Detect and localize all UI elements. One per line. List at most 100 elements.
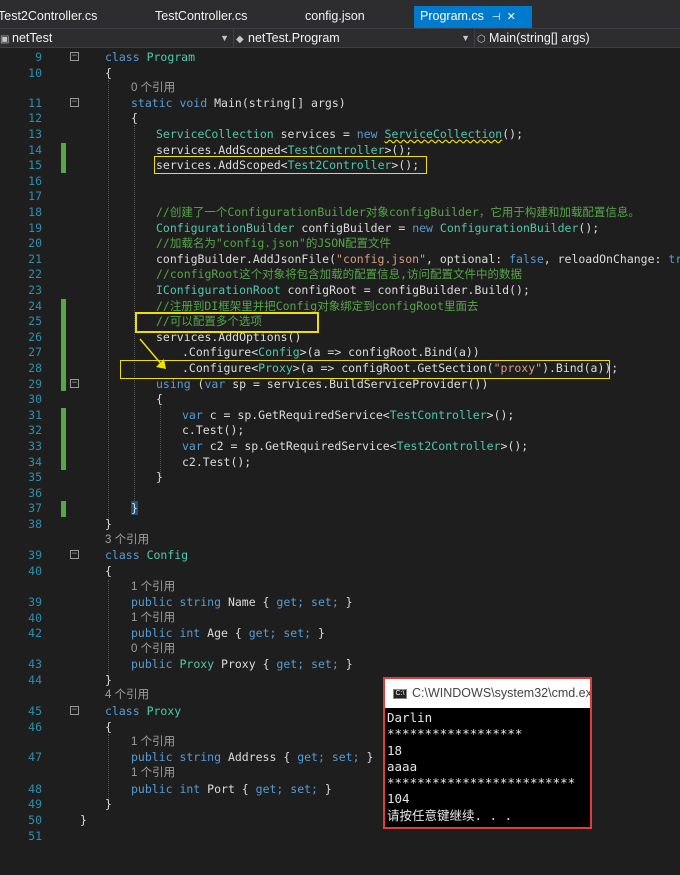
navigation-bar: ▣ netTest ▼ ◆ netTest.Program ▼ ⬡ Main(string…: [0, 28, 680, 48]
line-number: 37: [28, 501, 42, 515]
code-line-33: var c2 = sp.GetRequiredService<Test2Cont…: [182, 439, 529, 453]
code-line-name-prop: public string Name { get; set; }: [131, 595, 353, 609]
line-number: 42: [28, 626, 42, 640]
line-number: 39: [28, 595, 42, 609]
line-number: 44: [28, 673, 42, 687]
collapse-icon[interactable]: −: [70, 550, 79, 559]
line-number: 36: [28, 486, 42, 500]
line-number: 31: [28, 408, 42, 422]
code-line-proxy-prop: public Proxy Proxy { get; set; }: [131, 657, 353, 671]
console-line: 请按任意键继续. . .: [387, 807, 513, 823]
codelens-references[interactable]: 3 个引用: [105, 533, 149, 547]
codelens-references[interactable]: 4 个引用: [105, 688, 149, 702]
line-number: 28: [28, 361, 42, 375]
code-line-48: public int Port { get; set; }: [131, 782, 332, 796]
line-number: 51: [28, 829, 42, 843]
console-icon: C:\: [393, 688, 407, 699]
arrow-icon: [139, 338, 166, 369]
line-number: 47: [28, 750, 42, 764]
csharp-project-icon: ▣: [0, 34, 10, 45]
chevron-down-icon: ▼: [220, 33, 229, 43]
line-number: 40: [28, 611, 42, 625]
line-number: 18: [28, 205, 42, 219]
tab-testcontroller[interactable]: TestController.cs: [155, 6, 247, 28]
type-dropdown[interactable]: ◆ netTest.Program ▼: [236, 29, 473, 47]
method-icon: ⬡: [477, 34, 486, 45]
line-number: 30: [28, 392, 42, 406]
code-line-31: var c = sp.GetRequiredService<TestContro…: [182, 408, 515, 422]
code-line-9: class Program: [105, 50, 196, 64]
code-line-11: static void Main(string[] args): [131, 96, 346, 110]
codelens-references[interactable]: 1 个引用: [131, 766, 175, 780]
chevron-down-icon: ▼: [461, 33, 470, 43]
code-line-38: }: [105, 517, 112, 531]
console-line: 104: [387, 791, 410, 807]
line-number: 21: [28, 252, 42, 266]
code-line-27: .Configure<Config>(a => configRoot.Bind(…: [182, 345, 480, 359]
line-number: 13: [28, 127, 42, 141]
code-line-30: {: [156, 392, 163, 406]
code-line-19: ConfigurationBuilder configBuilder = new…: [156, 221, 600, 235]
code-line-age-prop: public int Age { get; set; }: [131, 626, 325, 640]
change-marker: [61, 501, 66, 517]
tab-label: Program.cs: [420, 9, 484, 23]
codelens-references[interactable]: 1 个引用: [131, 735, 175, 749]
line-number: 34: [28, 455, 42, 469]
codelens-references[interactable]: 0 个引用: [131, 642, 175, 656]
line-number: 50: [28, 813, 42, 827]
console-line: ******************: [387, 726, 523, 742]
tab-program-cs[interactable]: Program.cs ⊣ ✕: [414, 6, 532, 28]
line-number: 15: [28, 158, 42, 172]
codelens-references[interactable]: 0 个引用: [131, 81, 175, 95]
change-marker: [61, 299, 66, 391]
close-icon[interactable]: ✕: [507, 7, 516, 27]
highlight-box: [154, 156, 427, 174]
member-dropdown[interactable]: ⬡ Main(string[] args): [477, 29, 680, 47]
console-window[interactable]: C:\ C:\WINDOWS\system32\cmd.exe Darlin **…: [383, 677, 592, 829]
line-number: 16: [28, 174, 42, 188]
code-line-20: //加载名为"config.json"的JSON配置文件: [156, 236, 392, 250]
line-number: 24: [28, 299, 42, 313]
code-line-34: c2.Test();: [182, 455, 252, 469]
line-number: 39: [28, 548, 42, 562]
code-line-14: services.AddScoped<TestController>();: [156, 143, 413, 157]
codelens-references[interactable]: 1 个引用: [131, 611, 175, 625]
console-line: Darlin: [387, 710, 433, 725]
collapse-icon[interactable]: −: [70, 706, 79, 715]
line-number: 45: [28, 704, 42, 718]
code-line-32: c.Test();: [182, 423, 245, 437]
collapse-icon[interactable]: −: [70, 52, 79, 61]
line-number: 27: [28, 345, 42, 359]
code-line-10: {: [105, 66, 112, 80]
tab-bar: Test2Controller.cs TestController.cs con…: [0, 0, 680, 28]
collapse-icon[interactable]: −: [70, 98, 79, 107]
project-dropdown[interactable]: ▣ netTest ▼: [0, 29, 232, 47]
line-number: 22: [28, 267, 42, 281]
line-number: 9: [35, 50, 42, 64]
code-line-24: //注册到DI框架里并把Config对象绑定到configRoot里面去: [156, 299, 479, 313]
tab-test2controller[interactable]: Test2Controller.cs: [0, 6, 97, 28]
console-line: 18: [387, 742, 403, 758]
line-number: 33: [28, 439, 42, 453]
code-line-46: {: [105, 720, 112, 734]
line-number: 29: [28, 377, 42, 391]
console-title-bar[interactable]: C:\ C:\WINDOWS\system32\cmd.exe: [385, 679, 590, 708]
line-number: 35: [28, 470, 42, 484]
collapse-icon[interactable]: −: [70, 379, 79, 388]
tab-config-json[interactable]: config.json: [305, 6, 365, 28]
console-line: *************************: [387, 775, 576, 791]
change-marker: [61, 408, 66, 470]
code-line-50: }: [80, 813, 87, 827]
line-number: 38: [28, 517, 42, 531]
codelens-references[interactable]: 1 个引用: [131, 580, 175, 594]
code-line-37: }: [131, 501, 138, 515]
tab-label: config.json: [305, 9, 365, 23]
pin-icon[interactable]: ⊣: [492, 8, 501, 28]
console-title: C:\WINDOWS\system32\cmd.exe: [412, 686, 590, 700]
line-number: 32: [28, 423, 42, 437]
line-number: 12: [28, 111, 42, 125]
line-number: 19: [28, 221, 42, 235]
highlight-box: [120, 360, 610, 379]
code-line-35: }: [156, 470, 163, 484]
code-line-47: public string Address { get; set; }: [131, 750, 374, 764]
